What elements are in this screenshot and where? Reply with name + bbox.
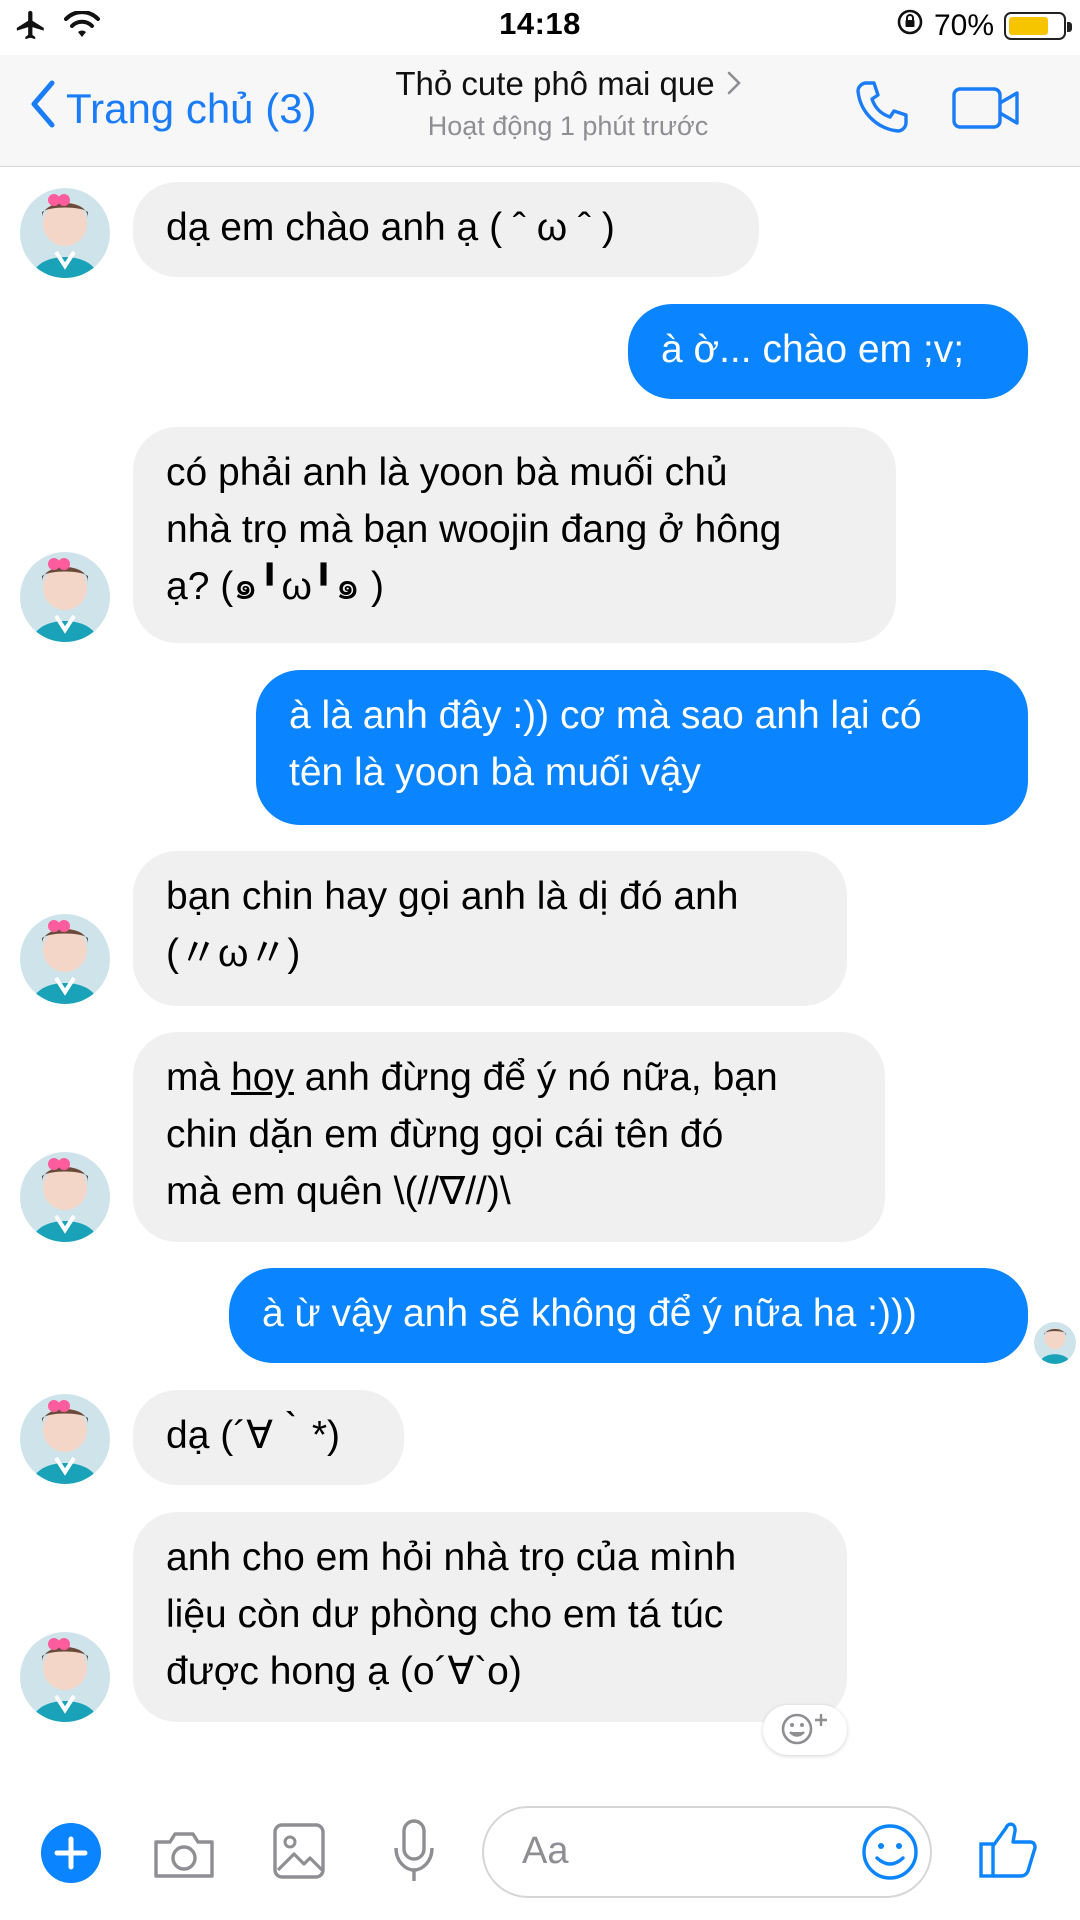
message-line: chin dặn em đừng gọi cái tên đó [166,1113,724,1156]
message-text: dạ em chào anh ạ ( ˆ ω ˆ ) [166,206,615,249]
chat-header: Trang chủ (3) Thỏ cute phô mai que Hoạt … [0,55,1080,167]
battery-percent: 70% [933,9,994,42]
status-right: 70% [896,8,1072,44]
message-bubble-incoming[interactable]: bạn chin hay gọi anh là dị đó anh (〃ω〃) [133,851,847,1006]
contact-avatar[interactable] [20,552,110,642]
message-bubble-incoming[interactable]: dạ em chào anh ạ ( ˆ ω ˆ ) [133,182,759,277]
contact-avatar[interactable] [20,914,110,1004]
message-line: nhà trọ mà bạn woojin đang ở hông [166,508,782,551]
message-text: à ờ... chào em ;v; [661,328,965,371]
message-bubble-incoming[interactable]: dạ (´∀｀*) [133,1390,404,1485]
message-input[interactable]: Aa [482,1806,932,1898]
message-text: à ừ vậy anh sẽ không để ý nữa ha :))) [262,1292,917,1335]
emoji-icon[interactable] [860,1822,920,1887]
back-button[interactable]: Trang chủ (3) [30,79,317,139]
image-icon[interactable] [272,1822,326,1885]
contact-avatar[interactable] [20,1632,110,1722]
message-bubble-incoming[interactable]: có phải anh là yoon bà muối chủ nhà trọ … [133,427,896,643]
thumbs-up-icon[interactable] [978,1818,1038,1885]
camera-icon[interactable] [152,1828,216,1885]
message-bubble-outgoing[interactable]: à ờ... chào em ;v; [628,304,1028,399]
input-placeholder: Aa [522,1830,569,1872]
battery-icon [1004,12,1072,40]
contact-name: Thỏ cute phô mai que [395,65,715,102]
message-line: bạn chin hay gọi anh là dị đó anh [166,875,739,918]
message-line: mà hoy anh đừng để ý nó nữa, bạn [166,1056,778,1099]
orientation-lock-icon [896,8,924,44]
add-reaction-button[interactable] [763,1705,847,1755]
seen-avatar [1034,1322,1076,1364]
add-reaction-icon [777,1710,833,1751]
message-line: tên là yoon bà muối vậy [289,751,701,794]
message-line: mà em quên \(//∇//)\ [166,1170,511,1213]
message-bubble-outgoing[interactable]: à là anh đây :)) cơ mà sao anh lại có tê… [256,670,1028,825]
message-bubble-incoming[interactable]: anh cho em hỏi nhà trọ của mình liệu còn… [133,1512,847,1722]
contact-avatar[interactable] [20,1394,110,1484]
status-bar: 14:18 70% [0,0,1080,55]
plus-icon[interactable] [40,1822,102,1889]
microphone-icon[interactable] [392,1818,436,1889]
chat-title-area[interactable]: Thỏ cute phô mai que Hoạt động 1 phút tr… [376,65,760,142]
chevron-left-icon [30,79,56,139]
back-label: Trang chủ (3) [66,85,317,132]
message-text: dạ (´∀｀*) [166,1414,341,1457]
underlined-word: hoy [231,1056,294,1099]
message-line: được hong ạ (o´∀`o) [166,1650,522,1693]
contact-avatar[interactable] [20,188,110,278]
message-line: (〃ω〃) [166,932,301,975]
contact-avatar[interactable] [20,1152,110,1242]
message-composer: Aa [0,1790,1080,1920]
active-status: Hoạt động 1 phút trước [427,111,709,141]
chevron-right-icon [727,65,741,103]
phone-icon[interactable] [852,77,912,142]
message-line: có phải anh là yoon bà muối chủ [166,451,728,494]
message-bubble-outgoing[interactable]: à ừ vậy anh sẽ không để ý nữa ha :))) [229,1268,1028,1363]
message-line: à là anh đây :)) cơ mà sao anh lại có [289,694,922,737]
message-line: ạ? (๑╹ω╹๑ ) [166,565,384,608]
message-line: anh cho em hỏi nhà trọ của mình [166,1536,737,1579]
message-bubble-incoming[interactable]: mà hoy anh đừng để ý nó nữa, bạn chin dặ… [133,1032,885,1242]
video-icon[interactable] [952,83,1020,138]
message-line: liệu còn dư phòng cho em tá túc [166,1593,724,1636]
